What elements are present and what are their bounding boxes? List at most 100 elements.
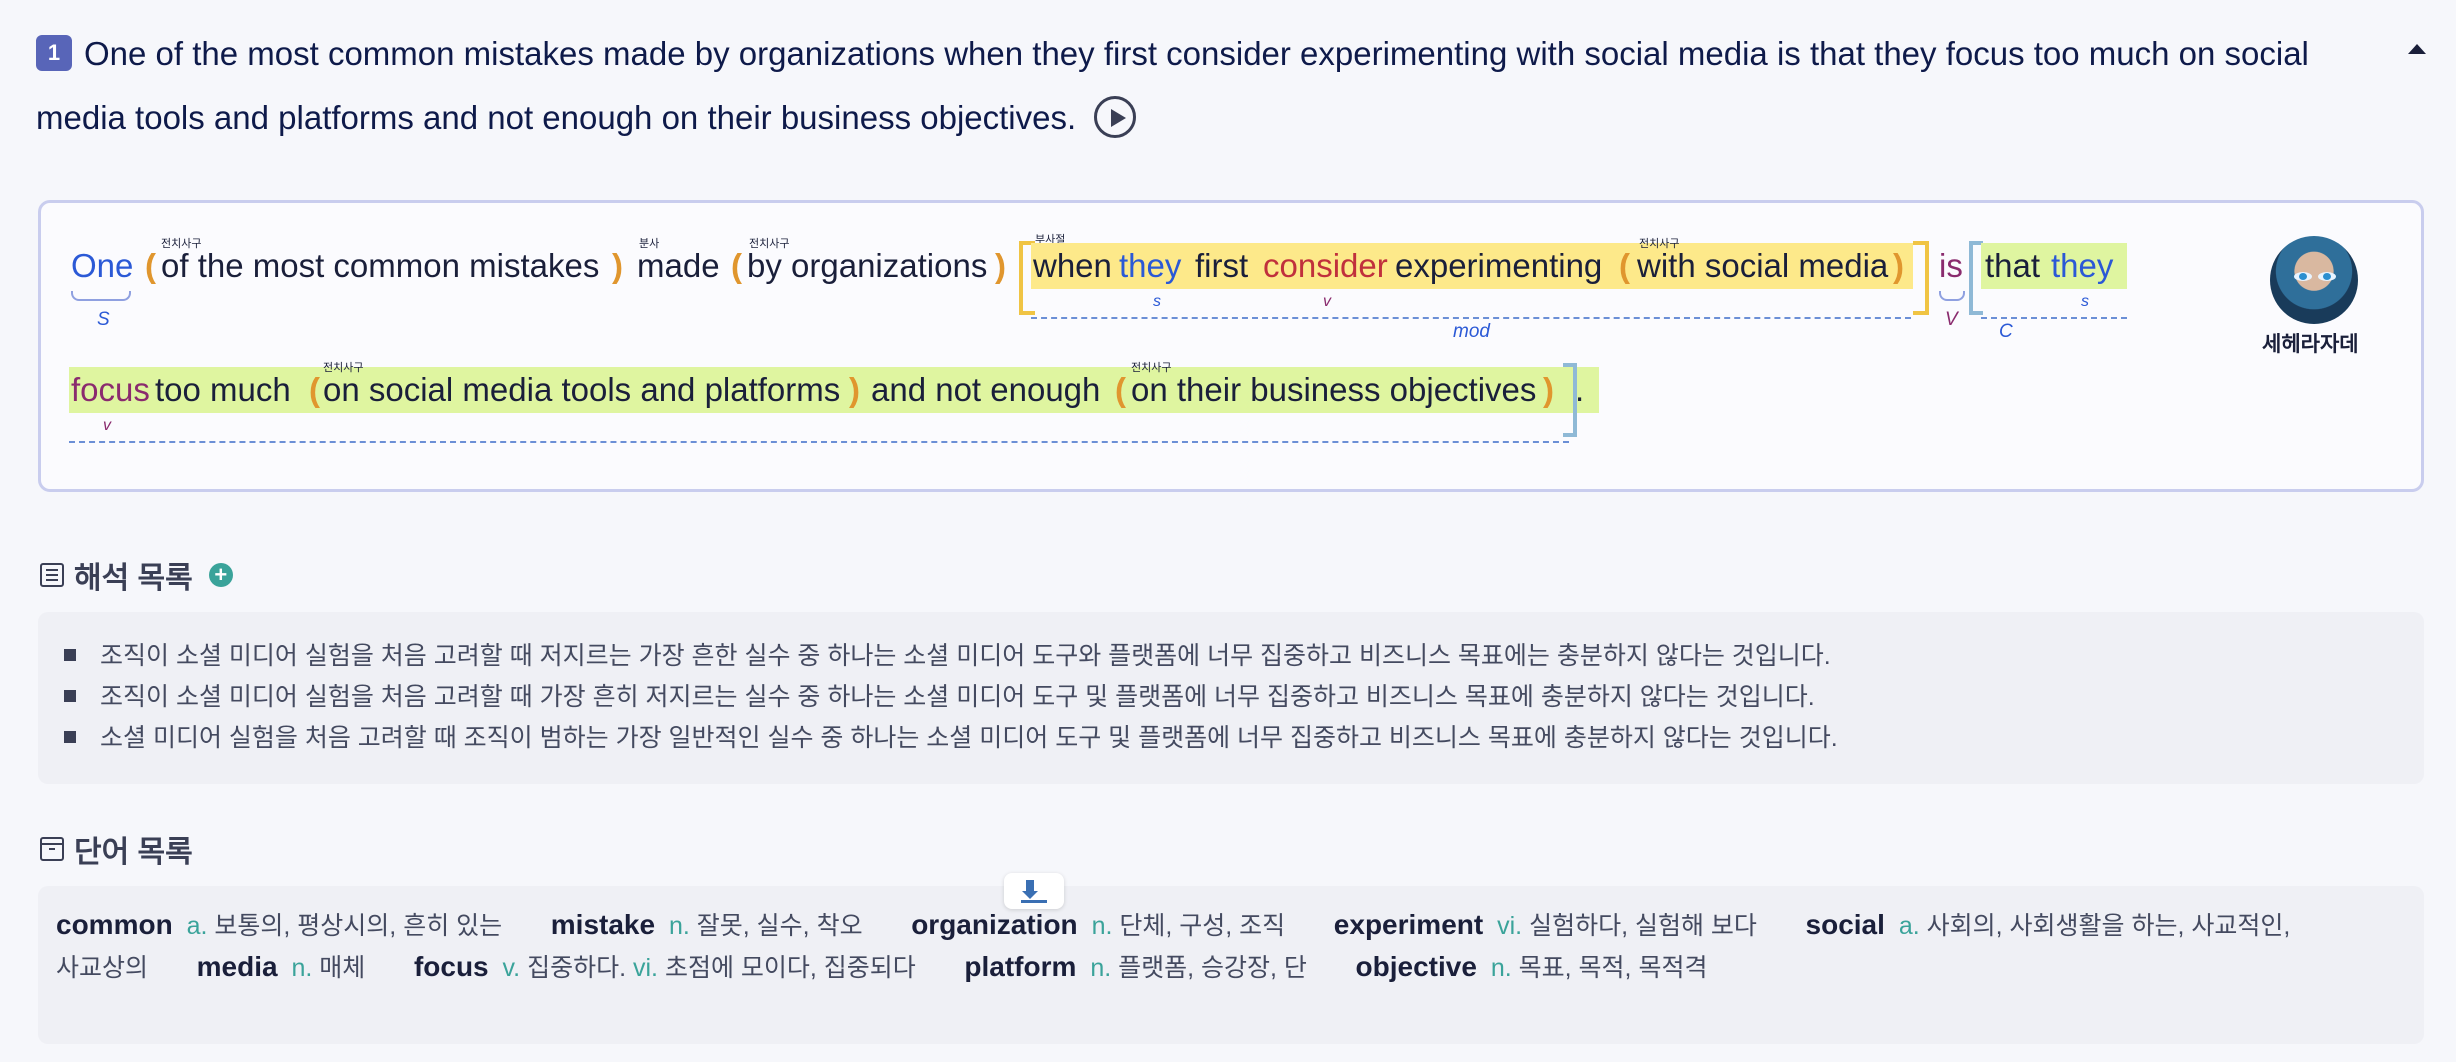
token-prep-phrase-2[interactable]: by organizations	[747, 247, 987, 285]
token-prep-phrase-1[interactable]: of the most common mistakes	[161, 247, 599, 285]
vocab-word[interactable]: social	[1806, 909, 1885, 940]
role-V: V	[1945, 309, 1958, 330]
vocab-title-text: 단어 목록	[74, 836, 193, 869]
vocab-meaning: 사교상의	[56, 954, 149, 982]
vocab-word[interactable]: organization	[911, 909, 1077, 940]
vocab-word[interactable]: focus	[414, 951, 489, 982]
vocab-pos: a.	[1898, 912, 1920, 940]
vocab-pos: n.	[1090, 954, 1112, 982]
translation-item: 조직이 소셜 미디어 실험을 처음 고려할 때 저지르는 가장 흔한 실수 중 …	[64, 636, 1831, 672]
sentence-analysis-box: One S ( 전치사구 of the most common mistakes…	[38, 200, 2424, 492]
avatar-eye	[2294, 272, 2312, 281]
token-and-not-enough[interactable]: and not enough	[871, 371, 1100, 409]
translation-text: 소셜 미디어 실험을 처음 고려할 때 조직이 범하는 가장 일반적인 실수 중…	[100, 724, 1838, 752]
vocab-meaning: 보통의, 평상시의, 흔히 있는	[214, 912, 503, 940]
question-header: 1 One of the most common mistakes made by…	[36, 22, 2366, 150]
verb-underbrace	[1939, 291, 1965, 301]
clause-bracket-close	[1913, 241, 1929, 315]
translation-item: 소셜 미디어 실험을 처음 고려할 때 조직이 범하는 가장 일반적인 실수 중…	[64, 718, 1838, 754]
vocab-word[interactable]: experiment	[1334, 909, 1483, 940]
paren-open: (	[1115, 371, 1126, 408]
add-translation-icon[interactable]: +	[208, 563, 233, 587]
complement-underline	[1981, 317, 2127, 319]
vocab-pos: n.	[291, 954, 313, 982]
collapse-toggle-icon[interactable]	[2408, 44, 2426, 54]
translation-item: 조직이 소셜 미디어 실험을 처음 고려할 때 가장 흔히 저지르는 실수 중 …	[64, 677, 1815, 713]
role-C: C	[1999, 321, 2013, 342]
tutor-avatar[interactable]	[2270, 236, 2358, 324]
token-when[interactable]: when	[1033, 247, 1112, 285]
vocab-line-1: common a. 보통의, 평상시의, 흔히 있는 mistake n. 잘못…	[56, 906, 2290, 942]
vocab-pos: vi.	[1497, 912, 1523, 940]
vocab-meaning: 잘못, 실수, 착오	[696, 912, 863, 940]
token-prep-phrase-4[interactable]: on social media tools and platforms	[323, 371, 840, 409]
token-made[interactable]: made	[637, 247, 720, 285]
token-too-much[interactable]: too much	[155, 371, 291, 409]
paren-close: )	[1543, 371, 1554, 408]
vocab-word[interactable]: platform	[964, 951, 1076, 982]
role-S: S	[97, 309, 110, 330]
translation-text: 조직이 소셜 미디어 실험을 처음 고려할 때 가장 흔히 저지르는 실수 중 …	[100, 683, 1815, 711]
paren-close: )	[995, 247, 1006, 284]
bullet-icon	[64, 731, 76, 744]
token-that[interactable]: that	[1985, 247, 2040, 285]
list-icon	[40, 563, 64, 587]
download-icon	[1021, 900, 1047, 903]
translation-text: 조직이 소셜 미디어 실험을 처음 고려할 때 저지르는 가장 흔한 실수 중 …	[100, 642, 1831, 670]
bullet-icon	[64, 649, 76, 662]
paren-open: (	[309, 371, 320, 408]
token-prep-phrase-5[interactable]: on their business objectives	[1131, 371, 1536, 409]
token-experimenting[interactable]: experimenting	[1395, 247, 1602, 285]
vocab-meaning: 매체	[319, 954, 366, 982]
translation-title-text: 해석 목록	[74, 562, 193, 595]
role-s: s	[2081, 293, 2089, 310]
role-mod: mod	[1453, 321, 1490, 342]
token-they[interactable]: they	[1119, 247, 1181, 285]
paren-open: (	[145, 247, 156, 284]
question-number-badge: 1	[36, 35, 72, 72]
token-first[interactable]: first	[1195, 247, 1248, 285]
vocab-meaning: 단체, 구성, 조직	[1119, 912, 1286, 940]
bullet-icon	[64, 690, 76, 703]
question-text: One of the most common mistakes made by …	[36, 35, 2309, 136]
avatar-eye	[2318, 272, 2336, 281]
vocab-word[interactable]: media	[197, 951, 278, 982]
vocab-word[interactable]: common	[56, 909, 173, 940]
play-audio-button[interactable]	[1094, 96, 1137, 139]
vocab-meaning: 플랫폼, 승강장, 단	[1118, 954, 1307, 982]
token-prep-phrase-3[interactable]: with social media	[1637, 247, 1888, 285]
vocab-pos: a.	[186, 912, 208, 940]
question-sentence: 1 One of the most common mistakes made by…	[36, 22, 2366, 150]
token-they-2[interactable]: they	[2051, 247, 2113, 285]
translation-section-title: 해석 목록 +	[40, 553, 233, 597]
token-focus[interactable]: focus	[71, 371, 150, 409]
token-subject-one[interactable]: One	[71, 247, 133, 285]
vocab-line-2: 사교상의 media n. 매체 focus v. 집중하다. vi. 초점에 …	[56, 948, 1707, 984]
download-button[interactable]	[1004, 873, 1064, 909]
vocab-meaning: 실험하다, 실험해 보다	[1529, 912, 1757, 940]
vocab-meaning: 목표, 목적, 목적격	[1518, 954, 1708, 982]
token-is[interactable]: is	[1939, 247, 1963, 285]
paren-open: (	[731, 247, 742, 284]
subject-underbrace	[71, 291, 131, 301]
vocab-pos: n.	[1091, 912, 1113, 940]
archive-icon	[40, 837, 64, 861]
role-v: v	[103, 417, 111, 434]
complement-underline-2	[69, 441, 1569, 443]
token-period: .	[1575, 371, 1585, 408]
vocab-pos: v.	[502, 954, 521, 982]
translation-panel: 조직이 소셜 미디어 실험을 처음 고려할 때 저지르는 가장 흔한 실수 중 …	[38, 612, 2424, 784]
paren-close: )	[849, 371, 860, 408]
vocab-pos: n.	[1490, 954, 1512, 982]
tutor-name: 세헤라자데	[2262, 333, 2359, 356]
vocab-word[interactable]: objective	[1356, 951, 1477, 982]
vocab-word[interactable]: mistake	[551, 909, 655, 940]
token-consider[interactable]: consider	[1263, 247, 1388, 285]
vocab-pos: n.	[668, 912, 690, 940]
clause-underline	[1031, 317, 1911, 319]
paren-open: (	[1619, 247, 1630, 284]
vocab-meaning: 사회의, 사회생활을 하는, 사교적인,	[1926, 912, 2291, 940]
vocab-section-title: 단어 목록	[40, 827, 193, 871]
role-s: s	[1153, 293, 1161, 310]
vocab-pos: vi.	[632, 954, 658, 982]
